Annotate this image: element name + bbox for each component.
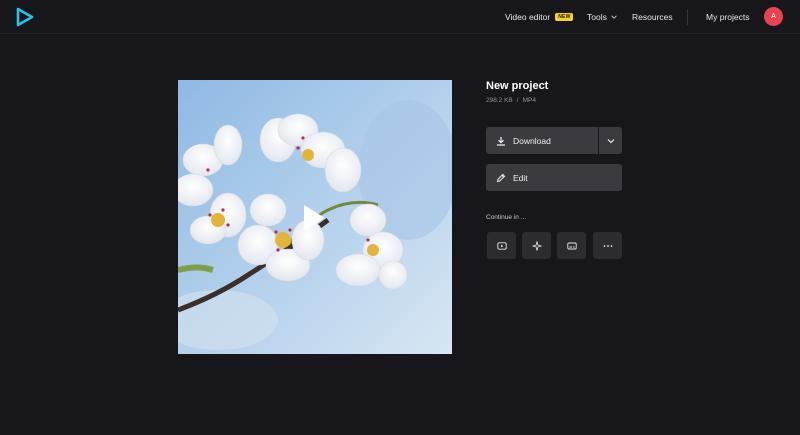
file-format: MP4 — [522, 97, 536, 104]
project-meta: 298.2 KB / MP4 — [486, 97, 536, 104]
subtitles-icon — [566, 242, 577, 249]
header-divider — [687, 9, 688, 25]
edit-button[interactable]: Edit — [486, 164, 622, 191]
download-label: Download — [513, 135, 551, 146]
download-button[interactable]: Download — [486, 127, 598, 154]
top-header: Video editor NEW Tools Resources My proj… — [0, 0, 800, 34]
download-options-button[interactable] — [599, 127, 622, 154]
play-logo-icon[interactable] — [15, 7, 35, 27]
continue-youtube-button[interactable] — [487, 232, 516, 259]
youtube-icon — [496, 241, 507, 250]
nav-video-editor[interactable]: Video editor NEW — [505, 0, 574, 34]
chevron-down-icon — [611, 15, 617, 19]
edit-label: Edit — [513, 172, 528, 183]
project-title: New project — [486, 80, 549, 92]
nav-resources-label: Resources — [632, 12, 673, 22]
sparkle-icon — [531, 240, 542, 251]
meta-separator: / — [516, 97, 519, 104]
nav-video-editor-label: Video editor — [505, 12, 551, 22]
nav-tools[interactable]: Tools — [587, 0, 618, 34]
nav-my-projects[interactable]: My projects — [706, 0, 749, 34]
nav-my-projects-label: My projects — [706, 12, 750, 22]
new-badge: NEW — [555, 13, 574, 21]
nav-resources[interactable]: Resources — [632, 0, 673, 34]
avatar[interactable]: A — [764, 7, 783, 26]
download-icon — [497, 136, 505, 146]
continue-more-button[interactable] — [593, 232, 622, 259]
nav-tools-label: Tools — [587, 12, 607, 22]
continue-in-label: Continue in ... — [486, 214, 527, 221]
continue-ai-button[interactable] — [522, 232, 551, 259]
pencil-icon — [496, 173, 506, 182]
play-icon[interactable] — [302, 204, 326, 232]
file-size: 298.2 KB — [486, 97, 513, 104]
chevron-down-icon — [607, 138, 614, 143]
avatar-initial: A — [771, 13, 776, 20]
continue-subtitles-button[interactable] — [557, 232, 586, 259]
more-icon — [603, 244, 612, 247]
